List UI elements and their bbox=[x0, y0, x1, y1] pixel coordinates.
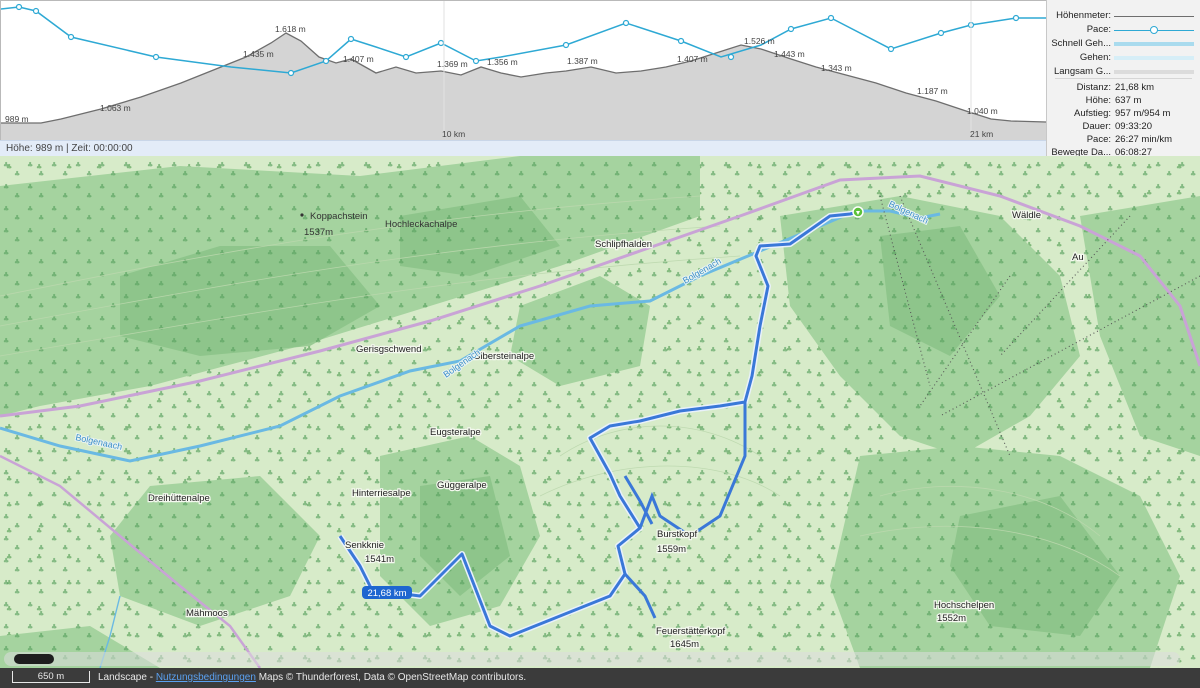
start-marker-icon[interactable] bbox=[852, 206, 864, 218]
elev-label: 1.063 m bbox=[100, 103, 131, 113]
place-au: Au bbox=[1072, 252, 1084, 263]
place-feuerstaetterkopf-elev: 1645m bbox=[670, 639, 699, 650]
track-info-panel: Höhenmeter: Pace: Schnell Geh... Gehen: … bbox=[1046, 0, 1200, 156]
place-senkknie-elev: 1541m bbox=[365, 554, 394, 565]
scale-label: 650 m bbox=[37, 671, 65, 682]
place-bibersteinalpe: Bibersteinalpe bbox=[474, 351, 534, 362]
stat-value: 06:08:27 bbox=[1115, 147, 1152, 156]
stat-value: 09:33:20 bbox=[1115, 121, 1152, 132]
stat-value: 21,68 km bbox=[1115, 82, 1155, 93]
place-feuerstaetterkopf: Feuerstätterkopf bbox=[656, 626, 726, 637]
place-gerisgschwend: Gerisgschwend bbox=[356, 344, 421, 355]
map-view[interactable]: ♣ ♣ ♣ bbox=[0, 156, 1200, 668]
elev-label: 1.343 m bbox=[821, 63, 852, 73]
elev-label: 1.387 m bbox=[567, 56, 598, 66]
track-distance-badge: 21,68 km bbox=[362, 586, 412, 599]
stat-height: Höhe: 637 m bbox=[1047, 95, 1200, 108]
place-schlipfhalden: Schlipfhalden bbox=[595, 239, 652, 250]
legend-item-pace[interactable]: Pace: bbox=[1047, 24, 1200, 38]
elev-label-start: 989 m bbox=[5, 114, 29, 124]
profile-svg: 1.618 m 1.435 m 1.407 m 1.369 m 1.356 m … bbox=[1, 1, 1047, 141]
legend-swatch bbox=[1114, 70, 1194, 74]
place-koppachstein-elev: 1537m bbox=[304, 227, 333, 238]
elev-label: 1.040 m bbox=[967, 106, 998, 116]
profile-status-bar: Höhe: 989 m | Zeit: 00:00:00 bbox=[0, 140, 1046, 156]
elev-label-peak: 1.618 m bbox=[275, 24, 306, 34]
place-eugsteralpe: Eugsteralpe bbox=[430, 427, 481, 438]
legend-label: Höhenmeter: bbox=[1056, 10, 1111, 21]
stat-label: Pace: bbox=[1086, 134, 1111, 145]
elev-label: 1.407 m bbox=[343, 54, 374, 64]
map-footer: 650 m Landscape - Nutzungsbedingungen Ma… bbox=[0, 668, 1200, 688]
attribution-suffix: Maps © Thunderforest, Data © OpenStreetM… bbox=[255, 672, 527, 683]
distance-tick-label: 21 km bbox=[970, 129, 993, 139]
place-waeldle: Wäldle bbox=[1012, 210, 1041, 221]
legend-label: Gehen: bbox=[1079, 52, 1111, 63]
pace-line bbox=[1, 6, 1046, 74]
stat-distance: Distanz: 21,68 km bbox=[1047, 82, 1200, 95]
elevation-profile-chart[interactable]: 1.618 m 1.435 m 1.407 m 1.369 m 1.356 m … bbox=[0, 0, 1047, 141]
scale-bar: 650 m bbox=[12, 671, 90, 683]
elev-label: 1.356 m bbox=[487, 57, 518, 67]
place-hochschelpen: Hochschelpen bbox=[934, 600, 994, 611]
legend-item-schnell-gehen[interactable]: Schnell Geh... bbox=[1047, 38, 1200, 52]
stat-value: 637 m bbox=[1115, 95, 1142, 106]
panel-divider bbox=[1055, 78, 1192, 79]
legend-item-gehen[interactable]: Gehen: bbox=[1047, 52, 1200, 66]
legend-marker-icon bbox=[1150, 26, 1158, 34]
place-gueggeralpe: Güggeralpe bbox=[437, 480, 487, 491]
track-distance-label: 21,68 km bbox=[367, 588, 406, 599]
place-hochleckachalpe: Hochleckachalpe bbox=[385, 219, 457, 230]
stat-ascent: Aufstieg: 957 m/954 m bbox=[1047, 108, 1200, 121]
stat-label: Distanz: bbox=[1076, 82, 1111, 93]
terms-link[interactable]: Nutzungsbedingungen bbox=[156, 672, 256, 683]
legend-swatch bbox=[1114, 42, 1194, 46]
elev-label: 1.369 m bbox=[437, 59, 468, 69]
place-dreihuettenalpe: Dreihüttenalpe bbox=[148, 493, 210, 504]
stat-label: Aufstieg: bbox=[1074, 108, 1111, 119]
stat-value: 26:27 min/km bbox=[1115, 134, 1173, 145]
stat-label: Höhe: bbox=[1085, 95, 1111, 106]
stat-label: Dauer: bbox=[1082, 121, 1111, 132]
stat-pace: Pace: 26:27 min/km bbox=[1047, 134, 1200, 147]
place-koppachstein: Koppachstein bbox=[310, 211, 368, 222]
peak-dot bbox=[300, 213, 304, 217]
distance-tick-label: 10 km bbox=[442, 129, 465, 139]
stat-moving-time: Bewegte Da... 06:08:27 bbox=[1047, 147, 1200, 156]
legend-swatch bbox=[1114, 56, 1194, 60]
map-canvas: ♣ ♣ ♣ bbox=[0, 156, 1200, 668]
elev-label: 1.407 m bbox=[677, 54, 708, 64]
place-hinterriesalpe: Hinterriesalpe bbox=[352, 488, 411, 499]
map-scrollbar[interactable] bbox=[4, 652, 1180, 666]
map-scrollbar-thumb[interactable] bbox=[14, 654, 54, 664]
elev-label: 1.526 m bbox=[744, 36, 775, 46]
place-senkknie: Senkknie bbox=[345, 540, 384, 551]
place-hochschelpen-elev: 1552m bbox=[937, 613, 966, 624]
elev-label: 1.443 m bbox=[774, 49, 805, 59]
stat-label: Bewegte Da... bbox=[1051, 147, 1111, 156]
place-burstkopf-elev: 1559m bbox=[657, 544, 686, 555]
stat-duration: Dauer: 09:33:20 bbox=[1047, 121, 1200, 134]
legend-swatch bbox=[1114, 16, 1194, 17]
attribution-prefix: Landscape - bbox=[98, 672, 156, 683]
legend-label: Langsam G... bbox=[1053, 66, 1111, 77]
place-maehmoos: Mähmoos bbox=[186, 608, 228, 619]
elev-label: 1.187 m bbox=[917, 86, 948, 96]
place-burstkopf: Burstkopf bbox=[657, 529, 697, 540]
legend-item-hoehenmeter[interactable]: Höhenmeter: bbox=[1047, 10, 1200, 24]
elev-label: 1.435 m bbox=[243, 49, 274, 59]
legend-label: Schnell Geh... bbox=[1051, 38, 1111, 49]
stat-value: 957 m/954 m bbox=[1115, 108, 1171, 119]
map-attribution: Landscape - Nutzungsbedingungen Maps © T… bbox=[98, 668, 526, 688]
legend-label: Pace: bbox=[1086, 24, 1111, 35]
